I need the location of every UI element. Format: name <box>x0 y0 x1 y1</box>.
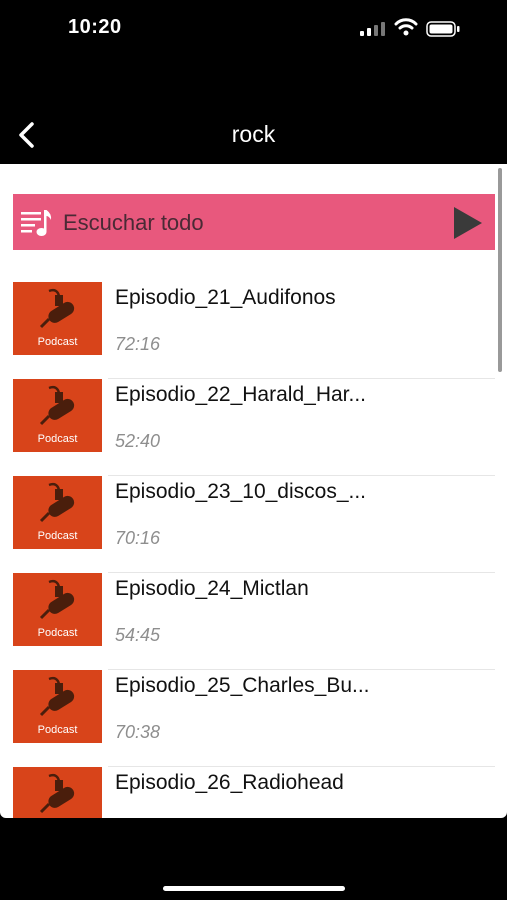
episode-title: Episodio_24_Mictlan <box>115 577 309 600</box>
cellular-signal-icon <box>360 22 385 36</box>
scrollbar[interactable] <box>498 168 502 372</box>
play-icon <box>454 207 482 239</box>
podcast-thumbnail: Podcast <box>13 670 102 743</box>
episode-duration: 52:40 <box>115 431 161 451</box>
episode-title: Episodio_26_Radiohead <box>115 771 344 794</box>
microphone-icon <box>39 676 75 717</box>
episode-title: Episodio_22_Harald_Har... <box>115 383 366 406</box>
microphone-icon <box>39 579 75 620</box>
playlist-icon <box>21 210 52 236</box>
list-item[interactable]: Podcast Episodio_22_Harald_Har... 52:40 <box>0 379 507 476</box>
status-bar: 10:20 <box>0 0 507 60</box>
microphone-icon <box>39 385 75 426</box>
podcast-thumbnail: Podcast <box>13 573 102 646</box>
play-all-label: Escuchar todo <box>63 210 204 235</box>
thumbnail-label: Podcast <box>37 433 78 445</box>
content-panel: Escuchar todo Podcast Episodio_21_Audifo… <box>0 164 507 818</box>
episode-title: Episodio_21_Audifonos <box>115 286 336 309</box>
podcast-thumbnail: Podcast <box>13 476 102 549</box>
thumbnail-label: Podcast <box>37 724 78 736</box>
list-item[interactable]: Podcast Episodio_25_Charles_Bu... 70:38 <box>0 670 507 767</box>
episode-title: Episodio_23_10_discos_... <box>115 480 367 503</box>
list-item[interactable]: Podcast Episodio_24_Mictlan 54:45 <box>0 573 507 670</box>
thumbnail-label: Podcast <box>37 627 78 639</box>
home-indicator[interactable] <box>163 886 345 891</box>
episode-duration: 70:16 <box>115 528 161 548</box>
episode-duration: 72:16 <box>115 334 161 354</box>
thumbnail-label: Podcast <box>37 530 78 542</box>
wifi-icon <box>394 18 418 36</box>
episode-duration: 54:45 <box>115 625 161 645</box>
microphone-icon <box>39 773 75 814</box>
microphone-icon <box>39 288 75 329</box>
episode-duration: 70:38 <box>115 722 161 742</box>
podcast-thumbnail: Podcast <box>13 282 102 355</box>
list-item[interactable]: Podcast Episodio_26_Radiohead <box>0 767 507 818</box>
episode-list: Podcast Episodio_21_Audifonos 72:16 Podc… <box>0 282 507 818</box>
podcast-thumbnail: Podcast <box>13 379 102 452</box>
thumbnail-label: Podcast <box>37 336 78 348</box>
navigation-bar: rock <box>0 108 507 164</box>
play-all-button[interactable]: Escuchar todo <box>13 194 495 250</box>
status-time: 10:20 <box>68 16 122 38</box>
microphone-icon <box>39 482 75 523</box>
list-item[interactable]: Podcast Episodio_23_10_discos_... 70:16 <box>0 476 507 573</box>
battery-icon <box>426 21 460 37</box>
page-title: rock <box>231 121 276 147</box>
podcast-thumbnail: Podcast <box>13 767 102 818</box>
list-item[interactable]: Podcast Episodio_21_Audifonos 72:16 <box>0 282 507 379</box>
episode-title: Episodio_25_Charles_Bu... <box>115 674 370 697</box>
